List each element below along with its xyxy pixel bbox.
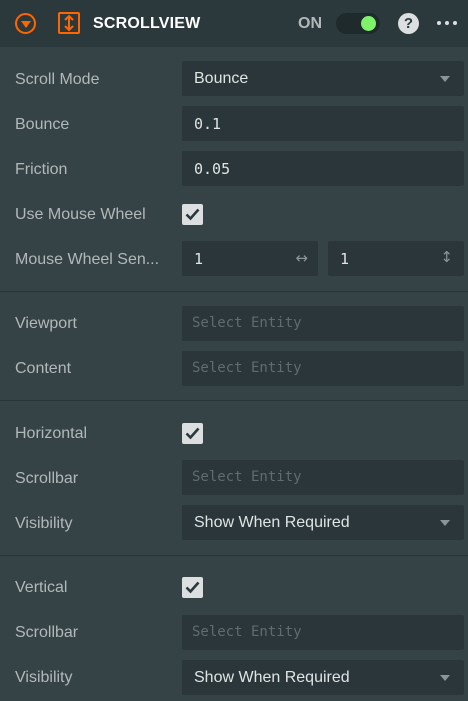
checkmark-icon <box>185 208 200 221</box>
help-icon[interactable]: ? <box>398 13 419 34</box>
sensitivity-y-value: 1 <box>340 250 350 268</box>
checkmark-icon <box>185 427 200 440</box>
section-divider <box>0 555 468 556</box>
more-options-icon[interactable] <box>437 21 457 26</box>
viewport-entity-picker[interactable]: Select Entity <box>182 306 464 341</box>
vertical-visibility-select[interactable]: Show When Required <box>182 660 464 695</box>
section-divider <box>0 291 468 292</box>
vertical-scrollbar-label: Scrollbar <box>15 624 79 641</box>
content-placeholder: Select Entity <box>192 360 302 376</box>
mouse-wheel-sensitivity-y-input[interactable]: 1 ↕ <box>328 241 464 276</box>
mouse-wheel-sensitivity-label: Mouse Wheel Sen... <box>15 251 160 268</box>
section-divider <box>0 400 468 401</box>
viewport-label: Viewport <box>15 315 77 332</box>
horizontal-checkbox[interactable] <box>182 423 203 444</box>
vertical-scrollbar-entity-picker[interactable]: Select Entity <box>182 615 464 650</box>
toggle-knob <box>361 16 376 31</box>
horizontal-visibility-select[interactable]: Show When Required <box>182 505 464 540</box>
scroll-mode-select[interactable]: Bounce <box>182 61 464 96</box>
vertical-visibility-label: Visibility <box>15 669 73 686</box>
chevron-down-icon <box>440 76 450 82</box>
collapse-toggle-icon[interactable] <box>15 13 36 34</box>
component-header: SCROLLVIEW ON ? <box>0 0 468 47</box>
friction-input[interactable]: 0.05 <box>182 151 464 186</box>
chevron-down-icon <box>440 675 450 681</box>
checkmark-icon <box>185 581 200 594</box>
component-title: SCROLLVIEW <box>93 15 201 32</box>
bounce-input[interactable]: 0.1 <box>182 106 464 141</box>
content-entity-picker[interactable]: Select Entity <box>182 351 464 386</box>
use-mouse-wheel-checkbox[interactable] <box>182 204 203 225</box>
friction-label: Friction <box>15 161 68 178</box>
scroll-mode-value: Bounce <box>194 70 249 87</box>
scroll-mode-label: Scroll Mode <box>15 71 100 88</box>
horizontal-scrollbar-label: Scrollbar <box>15 470 79 487</box>
use-mouse-wheel-label: Use Mouse Wheel <box>15 206 146 223</box>
horizontal-label: Horizontal <box>15 425 88 442</box>
vertical-visibility-value: Show When Required <box>194 669 350 686</box>
bounce-value: 0.1 <box>194 115 222 133</box>
friction-value: 0.05 <box>194 160 231 178</box>
enabled-toggle[interactable] <box>336 13 380 34</box>
horizontal-scrollbar-placeholder: Select Entity <box>192 469 302 485</box>
bounce-label: Bounce <box>15 116 70 133</box>
scrollview-component-icon <box>58 12 80 34</box>
sensitivity-x-value: 1 <box>194 250 204 268</box>
horizontal-visibility-value: Show When Required <box>194 514 350 531</box>
mouse-wheel-sensitivity-x-input[interactable]: 1 ↔ <box>182 241 318 276</box>
vertical-checkbox[interactable] <box>182 577 203 598</box>
horizontal-visibility-label: Visibility <box>15 515 73 532</box>
horizontal-arrow-icon: ↔ <box>295 249 308 267</box>
vertical-label: Vertical <box>15 579 68 596</box>
vertical-scrollbar-placeholder: Select Entity <box>192 624 302 640</box>
content-label: Content <box>15 360 72 377</box>
chevron-down-icon <box>440 520 450 526</box>
viewport-placeholder: Select Entity <box>192 315 302 331</box>
vertical-arrow-icon: ↕ <box>440 248 453 266</box>
enabled-label: ON <box>298 15 322 32</box>
horizontal-scrollbar-entity-picker[interactable]: Select Entity <box>182 460 464 495</box>
